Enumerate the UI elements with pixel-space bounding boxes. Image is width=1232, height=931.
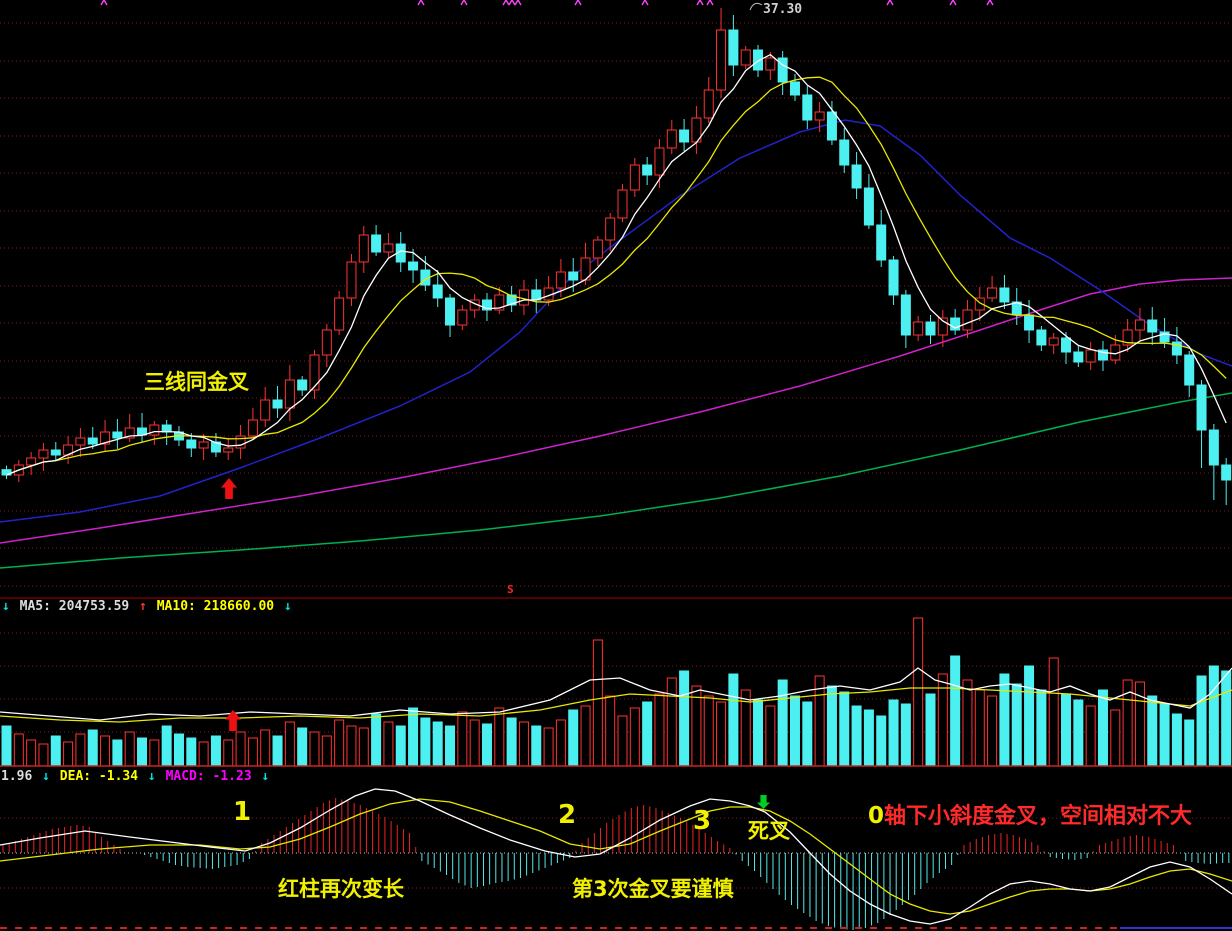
volume-header: ↓ MA5: 204753.59 ↑ MA10: 218660.00 ↓ [2,599,294,614]
annotation-zero-digit: 0 [868,803,884,829]
arrow-down-icon: ↓ [2,599,10,614]
stock-chart-screen: 三线同金叉 37.30 S ↓ MA5: 204753.59 ↑ MA10: 2… [0,0,1232,931]
arrow-up-icon: ↑ [139,599,147,614]
peak-price-label: 37.30 [763,2,802,17]
annotation-three-line-golden-cross: 三线同金叉 [144,366,249,396]
sell-marker: S [507,583,514,596]
volume-ma5-value: MA5: 204753.59 [20,599,130,614]
macd-value: MACD: -1.23 [166,769,252,784]
arrow-down-icon: ↓ [261,769,269,784]
annotation-zero-text: 轴下小斜度金叉，空间相对不大 [884,804,1192,829]
arrow-down-icon: ↓ [284,599,292,614]
dea-value: DEA: -1.34 [60,769,138,784]
arrow-down-icon: ↓ [42,769,50,784]
chart-canvas [0,0,1232,931]
macd-header: 1.96 ↓ DEA: -1.34 ↓ MACD: -1.23 ↓ [1,769,271,784]
annotation-point-2: 2 [558,800,576,830]
annotation-third-cross-caution: 第3次金叉要谨慎 [572,873,734,903]
arrow-down-icon: ↓ [148,769,156,784]
annotation-zero-axis-cross: 0轴下小斜度金叉，空间相对不大 [868,798,1192,830]
dif-value: 1.96 [1,769,32,784]
volume-ma10-value: MA10: 218660.00 [157,599,274,614]
annotation-death-cross: 死叉 [748,815,790,845]
annotation-point-1: 1 [233,797,251,827]
annotation-point-3: 3 [693,806,711,836]
annotation-red-bars-longer: 红柱再次变长 [278,873,404,903]
